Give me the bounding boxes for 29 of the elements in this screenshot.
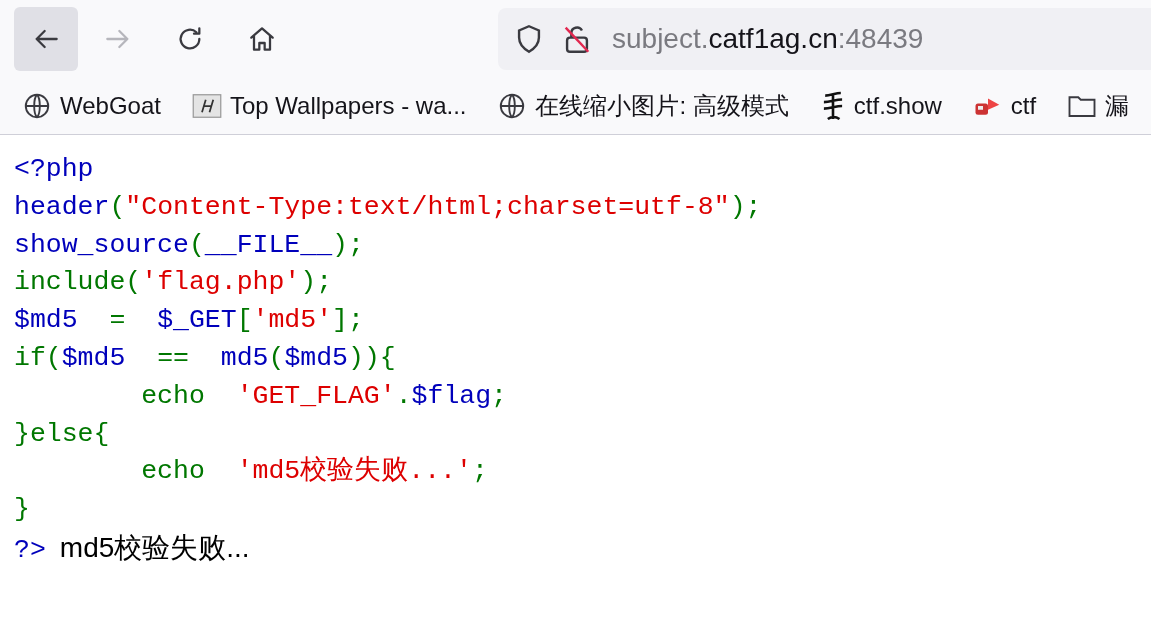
bookmark-label: ctf.show (853, 91, 942, 121)
code-line: show_source(__FILE__); (14, 228, 365, 262)
bookmark-label: Top Wallpapers - wa... (229, 91, 467, 121)
code-line: $md5 = $_GET['md5']; (14, 304, 365, 338)
globe-icon (22, 91, 52, 121)
bookmark-link[interactable]: 在线缩小图片: 高级模式 (497, 88, 789, 124)
back-button[interactable] (14, 7, 78, 71)
code-line: ?> (14, 533, 46, 567)
code-line: }else{ (14, 417, 111, 451)
code-line: if($md5 == md5($md5)){ (14, 342, 397, 375)
bookmark-link[interactable]: 漏 (1067, 88, 1130, 124)
code-line: include('flag.php'); (14, 266, 334, 300)
code-line: <?php (14, 153, 95, 186)
bookmark-label: 漏 (1105, 91, 1130, 121)
bookmark-label: ctf (1010, 91, 1037, 121)
code-line: } (14, 493, 31, 527)
url-text: subject.catf1ag.cn:48439 (612, 22, 924, 56)
output-text: md5校验失败... (59, 530, 250, 565)
code-line: echo 'md5校验失败...'; (140, 455, 489, 489)
bookmark-link[interactable]: WebGoat (22, 88, 161, 124)
bookmark-label: WebGoat (60, 91, 161, 121)
bookmark-link[interactable]: Top Wallpapers - wa... (191, 88, 467, 124)
code-line: echo 'GET_FLAG'.$flag; (140, 379, 508, 413)
letter-tile-icon (191, 91, 222, 121)
bookmark-link[interactable]: ctf (972, 88, 1037, 124)
address-bar[interactable]: subject.catf1ag.cn:48439 (498, 8, 1151, 70)
bookmark-label: 在线缩小图片: 高级模式 (535, 91, 789, 121)
code-line: header("Content-Type:text/html;charset=utf-8"); (14, 190, 763, 224)
bookmark-link[interactable]: ctf.show (819, 88, 942, 124)
